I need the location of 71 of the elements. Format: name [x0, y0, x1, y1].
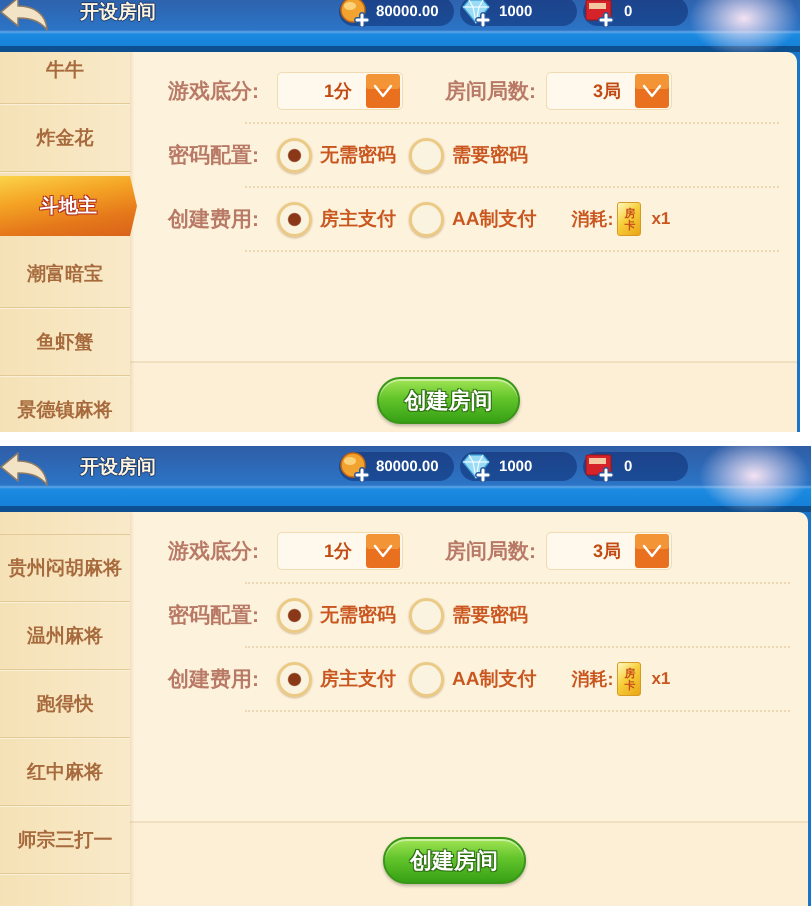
game-tab[interactable]: 跑得快: [0, 670, 130, 738]
radio-button[interactable]: [409, 202, 444, 236]
cost-label: 消耗:: [571, 668, 614, 691]
diamond-balance[interactable]: 1000: [460, 0, 577, 26]
game-tab[interactable]: 炸金花: [0, 104, 130, 172]
radio-button[interactable]: [277, 202, 312, 236]
back-icon[interactable]: [0, 0, 48, 32]
game-tab[interactable]: 牛牛: [0, 52, 130, 104]
cost-count: x1: [651, 209, 670, 229]
diamond-plus-icon[interactable]: [461, 452, 491, 482]
chevron-down-icon[interactable]: [366, 534, 400, 568]
field-label: 房间局数:: [445, 538, 536, 565]
coin-balance[interactable]: 80000.00: [339, 0, 454, 26]
diamond-amount: 1000: [499, 458, 532, 475]
cost-label: 消耗:: [571, 208, 614, 231]
game-tab[interactable]: 斗地主: [0, 176, 137, 236]
ticket-balance[interactable]: 0: [583, 452, 688, 481]
dropdown-field[interactable]: 1分: [277, 72, 403, 110]
dropdown-field[interactable]: 1分: [277, 532, 403, 570]
field-label: 游戏底分:: [168, 78, 259, 105]
coin-amount: 80000.00: [376, 3, 439, 20]
option-label[interactable]: 需要密码: [452, 142, 528, 168]
option-label[interactable]: 房主支付: [320, 206, 396, 232]
dropdown-field[interactable]: 3局: [546, 532, 672, 570]
field-label: 密码配置:: [168, 602, 259, 629]
diamond-plus-icon[interactable]: [461, 0, 491, 26]
back-icon[interactable]: [0, 450, 48, 486]
ticket-plus-icon[interactable]: [584, 0, 614, 26]
coin-amount: 80000.00: [376, 458, 439, 475]
chevron-down-icon[interactable]: [635, 534, 669, 568]
radio-button[interactable]: [409, 138, 444, 172]
field-label: 密码配置:: [168, 142, 259, 169]
coin-plus-icon[interactable]: [340, 0, 370, 26]
diamond-amount: 1000: [499, 3, 532, 20]
coin-balance[interactable]: 80000.00: [339, 452, 454, 481]
field-label: 房间局数:: [445, 78, 536, 105]
chevron-down-icon[interactable]: [366, 74, 400, 108]
game-tab[interactable]: 红中麻将: [0, 738, 130, 806]
option-label[interactable]: 需要密码: [452, 602, 528, 628]
cost-count: x1: [651, 669, 670, 689]
create-room-button[interactable]: 创建房间: [377, 377, 520, 424]
field-label: 创建费用:: [168, 667, 259, 693]
option-label[interactable]: AA制支付: [452, 206, 536, 232]
game-tab[interactable]: 鱼虾蟹: [0, 308, 130, 376]
ticket-plus-icon[interactable]: [584, 452, 614, 482]
radio-button[interactable]: [277, 662, 312, 696]
page-title: 开设房间: [80, 456, 156, 480]
coin-plus-icon[interactable]: [340, 452, 370, 482]
radio-button[interactable]: [277, 138, 312, 172]
create-room-button[interactable]: 创建房间: [382, 837, 526, 884]
room-card: 房卡: [617, 202, 642, 236]
chevron-down-icon[interactable]: [635, 74, 669, 108]
diamond-balance[interactable]: 1000: [460, 452, 577, 481]
radio-button[interactable]: [409, 598, 444, 632]
ticket-amount: 0: [624, 458, 632, 475]
game-tab[interactable]: 潮富暗宝: [0, 240, 130, 308]
room-card: 房卡: [617, 662, 642, 696]
option-label[interactable]: 无需密码: [320, 142, 396, 168]
ticket-balance[interactable]: 0: [583, 0, 688, 26]
option-label[interactable]: 房主支付: [320, 666, 396, 692]
radio-button[interactable]: [277, 598, 312, 632]
radio-button[interactable]: [409, 662, 444, 696]
option-label[interactable]: AA制支付: [452, 666, 536, 692]
dropdown-field[interactable]: 3局: [546, 72, 672, 110]
game-tab[interactable]: 贵州闷胡麻将: [0, 534, 130, 602]
ticket-amount: 0: [624, 3, 632, 20]
page-title: 开设房间: [80, 0, 156, 24]
field-label: 游戏底分:: [168, 538, 259, 565]
option-label[interactable]: 无需密码: [320, 602, 396, 628]
game-tab[interactable]: 温州麻将: [0, 602, 130, 670]
field-label: 创建费用:: [168, 207, 259, 233]
